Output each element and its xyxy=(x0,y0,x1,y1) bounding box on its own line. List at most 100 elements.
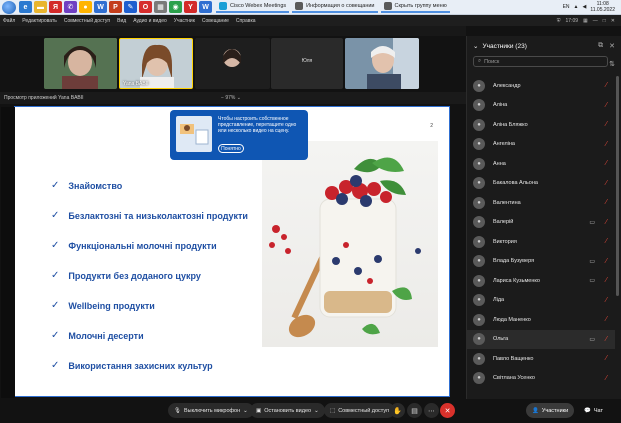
participant-row[interactable]: ● Аліна ⁄ xyxy=(467,96,615,116)
participants-button[interactable]: 👤 Участники xyxy=(526,403,575,418)
chat-button[interactable]: 💬 Чат xyxy=(578,403,609,418)
viber-icon[interactable]: ✆ xyxy=(64,1,77,13)
chevron-down-icon[interactable]: ⌄ xyxy=(243,408,248,414)
chevron-down-icon[interactable]: ⌄ xyxy=(314,408,319,414)
powerpoint-icon[interactable]: P xyxy=(109,1,122,13)
participant-row[interactable]: ● Люда Маненко ⁄ xyxy=(467,310,615,330)
muted-mic-icon[interactable]: ⁄ xyxy=(606,82,607,89)
participant-row[interactable]: ● Влада Бузуверя ▭ ⁄ xyxy=(467,252,615,272)
word-icon[interactable]: W xyxy=(94,1,107,13)
paint-icon[interactable]: ✎ xyxy=(124,1,137,13)
muted-mic-icon[interactable]: ⁄ xyxy=(606,102,607,109)
participant-search[interactable]: ⌕ Поиск xyxy=(473,56,608,67)
clock[interactable]: 11:08 11.05.2022 xyxy=(590,1,615,13)
menu-share[interactable]: Совместный доступ xyxy=(64,18,110,24)
task-hide-menu[interactable]: Скрыть группу меню xyxy=(380,1,450,13)
popout-icon[interactable]: ⧉ xyxy=(598,42,603,50)
opera-icon[interactable]: O xyxy=(139,1,152,13)
muted-mic-icon[interactable]: ⁄ xyxy=(606,277,607,284)
camera-icon[interactable]: ▭ xyxy=(589,277,595,284)
search-input[interactable]: Поиск xyxy=(484,59,499,65)
close-icon[interactable]: ✕ xyxy=(609,42,615,50)
check-icon: ✓ xyxy=(51,180,60,191)
participant-row[interactable]: ● Валентина ⁄ xyxy=(467,193,615,213)
volume-icon[interactable]: ◀ xyxy=(582,4,586,10)
camera-icon[interactable]: ▭ xyxy=(589,336,595,343)
task-meeting-info[interactable]: Информация о совещании xyxy=(292,1,378,13)
muted-mic-icon[interactable]: ⁄ xyxy=(606,375,607,382)
language-indicator[interactable]: EN xyxy=(563,4,570,10)
video-tile-3[interactable] xyxy=(195,38,270,89)
muted-mic-icon[interactable]: ⁄ xyxy=(606,141,607,148)
participant-row[interactable]: ● Анна ⁄ xyxy=(467,154,615,174)
muted-mic-icon[interactable]: ⁄ xyxy=(606,336,607,343)
captions-button[interactable]: ▤ xyxy=(407,403,422,418)
yandex-icon[interactable]: Я xyxy=(49,1,62,13)
leave-button[interactable]: ✕ xyxy=(440,403,455,418)
muted-mic-icon[interactable]: ⁄ xyxy=(606,355,607,362)
stop-video-button[interactable]: ▣ Остановить видео ⌄ xyxy=(250,403,325,418)
participant-row[interactable]: ● Світлана Усенко ⁄ xyxy=(467,369,615,389)
avatar-icon: ● xyxy=(473,255,485,268)
muted-mic-icon[interactable]: ⁄ xyxy=(606,316,607,323)
reactions-button[interactable]: ✋ xyxy=(390,403,405,418)
zoom-control[interactable]: − 97% ⌄ xyxy=(221,95,241,101)
minimize-icon[interactable]: — xyxy=(593,18,598,24)
chrome-icon[interactable]: ● xyxy=(79,1,92,13)
folder-icon[interactable]: ▬ xyxy=(34,1,47,13)
grid-icon[interactable]: ▦ xyxy=(583,18,588,24)
scrollbar[interactable] xyxy=(616,76,619,296)
shield-icon[interactable]: ⛨ xyxy=(557,18,561,24)
start-button[interactable] xyxy=(2,0,16,14)
muted-mic-icon[interactable]: ⁄ xyxy=(606,160,607,167)
muted-mic-icon[interactable]: ⁄ xyxy=(606,121,607,128)
participant-row[interactable]: ● Виктория ⁄ xyxy=(467,232,615,252)
task-webex[interactable]: Cisco Webex Meetings xyxy=(216,1,290,13)
muted-mic-icon[interactable]: ⁄ xyxy=(606,258,607,265)
muted-mic-icon[interactable]: ⁄ xyxy=(606,297,607,304)
menu-file[interactable]: Файл xyxy=(3,18,15,24)
participant-row[interactable]: ● Ангеліна ⁄ xyxy=(467,135,615,155)
participant-row[interactable]: ● Ольга ▭ ⁄ xyxy=(467,329,615,349)
chrome2-icon[interactable]: ◉ xyxy=(169,1,182,13)
got-it-button[interactable]: Понятно xyxy=(218,144,244,153)
explorer-icon[interactable]: e xyxy=(19,1,32,13)
menu-help[interactable]: Справка xyxy=(236,18,256,24)
video-tile-2[interactable]: Yana BABII xyxy=(119,38,193,89)
muted-mic-icon[interactable]: ⁄ xyxy=(606,199,607,206)
participant-row[interactable]: ● Лариса Кузьменко ▭ ⁄ xyxy=(467,271,615,291)
muted-mic-icon[interactable]: ⁄ xyxy=(606,180,607,187)
chevron-down-icon[interactable]: ⌄ xyxy=(473,42,478,50)
network-icon[interactable]: ▲ xyxy=(574,4,579,10)
yandex2-icon[interactable]: Y xyxy=(184,1,197,13)
slide-bullet: ✓ Wellbeing продукти xyxy=(51,300,155,311)
menu-audio-video[interactable]: Аудио и видео xyxy=(133,18,167,24)
menu-participant[interactable]: Участник xyxy=(174,18,195,24)
more-button[interactable]: ⋯ xyxy=(424,403,439,418)
webex-icon[interactable]: W xyxy=(199,1,212,13)
participant-row[interactable]: ● Валерій ▭ ⁄ xyxy=(467,213,615,233)
video-tile-5[interactable] xyxy=(345,38,419,89)
video-tile-1[interactable] xyxy=(44,38,117,89)
share-button[interactable]: ⬚ Совместный доступ xyxy=(324,403,396,418)
close-icon[interactable]: ✕ xyxy=(611,18,615,24)
camera-icon[interactable]: ▭ xyxy=(589,258,595,265)
menu-meeting[interactable]: Совещание xyxy=(202,18,229,24)
muted-mic-icon[interactable]: ⁄ xyxy=(606,219,607,226)
participant-row[interactable]: ● Александр ⁄ xyxy=(467,76,615,96)
participant-row[interactable]: ● Павло Ващенко ⁄ xyxy=(467,349,615,369)
muted-mic-icon[interactable]: ⁄ xyxy=(606,238,607,245)
participant-row[interactable]: ● Аліна Бляжко ⁄ xyxy=(467,115,615,135)
app-icon[interactable]: ▦ xyxy=(154,1,167,13)
camera-icon[interactable]: ▭ xyxy=(589,219,595,226)
sort-icon[interactable]: ⇅ xyxy=(609,60,615,68)
participant-row[interactable]: ● Ліда ⁄ xyxy=(467,291,615,311)
zoom-out-icon[interactable]: − xyxy=(221,95,224,101)
participant-row[interactable]: ● Бакалова Альона ⁄ xyxy=(467,174,615,194)
maximize-icon[interactable]: □ xyxy=(603,18,606,24)
mute-button[interactable]: 🎙 Выключить микрофон ⌄ xyxy=(168,403,254,418)
video-tile-4[interactable]: Юля xyxy=(271,38,343,89)
menu-view[interactable]: Вид xyxy=(117,18,126,24)
chevron-down-icon[interactable]: ⌄ xyxy=(237,95,241,101)
menu-edit[interactable]: Редактировать xyxy=(22,18,57,24)
